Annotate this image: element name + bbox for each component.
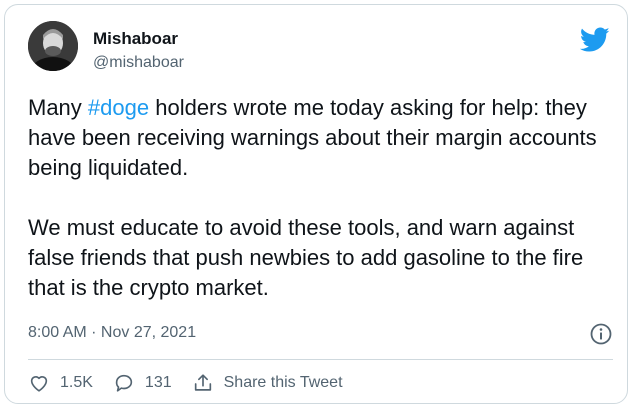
avatar-image (28, 21, 78, 71)
avatar[interactable] (28, 21, 78, 71)
reply-button[interactable]: 131 (113, 372, 172, 394)
hashtag-link[interactable]: #doge (88, 95, 149, 120)
twitter-bird-icon[interactable] (580, 27, 610, 53)
tweet-timestamp[interactable]: 8:00 AM · Nov 27, 2021 (28, 324, 196, 342)
tweet-card: Mishaboar @mishaboar Many #doge holders … (4, 4, 628, 404)
share-label: Share this Tweet (223, 374, 343, 391)
share-button[interactable]: Share this Tweet (192, 372, 343, 394)
divider (28, 359, 613, 360)
reply-icon (115, 374, 133, 392)
info-icon[interactable] (589, 322, 613, 346)
reply-count: 131 (144, 374, 172, 391)
tweet-paragraph-2: We must educate to avoid these tools, an… (28, 215, 584, 300)
tweet-paragraph-1: Many #doge holders wrote me today asking… (28, 93, 613, 183)
tweet-text: Many #doge holders wrote me today asking… (28, 93, 613, 303)
author-handle[interactable]: @mishaboar (93, 54, 184, 72)
heart-icon (30, 376, 48, 392)
tweet-actions: 1.5K 131 Share this Tweet (28, 369, 363, 397)
tweet-text-start: Many (28, 95, 88, 120)
author-display-name[interactable]: Mishaboar (93, 29, 178, 49)
share-icon (194, 374, 211, 391)
like-button[interactable]: 1.5K (28, 372, 93, 394)
like-count: 1.5K (60, 374, 93, 391)
